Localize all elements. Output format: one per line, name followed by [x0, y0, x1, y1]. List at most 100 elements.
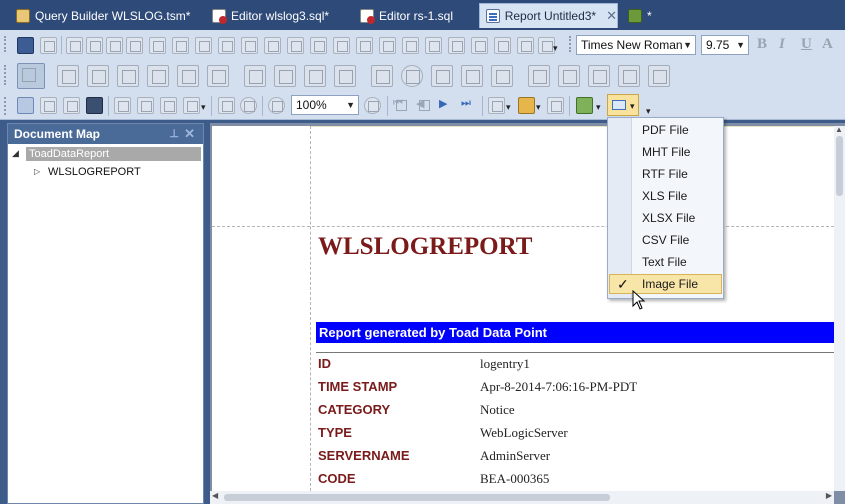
table-tool-icon[interactable]	[207, 65, 229, 87]
cross-band-line-tool-icon[interactable]	[618, 65, 640, 87]
tree-node-wlslogreport[interactable]: ▷ WLSLOGREPORT	[34, 163, 141, 180]
previous-page-icon[interactable]: ◀	[416, 97, 433, 114]
center-horizontally-icon[interactable]	[471, 37, 488, 54]
label-tool-icon[interactable]	[57, 65, 79, 87]
bring-to-front-icon[interactable]	[517, 37, 534, 54]
align-to-grid-icon[interactable]	[66, 37, 83, 54]
align-bottoms-icon[interactable]	[195, 37, 212, 54]
last-page-icon[interactable]: ⏭	[461, 97, 478, 114]
same-height-icon[interactable]	[241, 37, 258, 54]
underline-button[interactable]: U	[801, 36, 812, 53]
font-name-select[interactable]: Times New Roman ▼	[576, 35, 696, 55]
checkbox-tool-icon[interactable]	[87, 65, 109, 87]
menu-item-xlsx-file[interactable]: XLSX File	[609, 208, 722, 228]
increase-vertical-spacing-icon[interactable]	[425, 37, 442, 54]
align-tops-icon[interactable]	[149, 37, 166, 54]
toolbar-overflow-chevron-icon[interactable]: ▾	[553, 43, 558, 54]
panel-tool-icon[interactable]	[177, 65, 199, 87]
size-to-grid-icon[interactable]	[264, 37, 281, 54]
close-tab-icon[interactable]: ✕	[606, 8, 617, 24]
menu-item-xls-file[interactable]: XLS File	[609, 186, 722, 206]
save-document-icon[interactable]	[86, 97, 103, 114]
toolbar-grip[interactable]	[4, 36, 8, 52]
menu-item-image-file[interactable]: ✓ Image File	[609, 274, 722, 294]
zoom-in-icon[interactable]	[364, 97, 381, 114]
watermark-icon[interactable]	[547, 97, 564, 114]
shape-tool-icon[interactable]	[274, 65, 296, 87]
scale-icon[interactable]	[183, 97, 200, 114]
zoom-out-icon[interactable]	[268, 97, 285, 114]
export-document-icon[interactable]	[576, 97, 593, 114]
expand-arrow-icon[interactable]: ▷	[34, 167, 48, 176]
toolbar-grip[interactable]	[4, 65, 8, 85]
align-centers-icon[interactable]	[106, 37, 123, 54]
scroll-thumb[interactable]	[224, 494, 610, 501]
increase-horizontal-spacing-icon[interactable]	[333, 37, 350, 54]
find-icon[interactable]	[63, 97, 80, 114]
chevron-down-icon[interactable]: ▾	[536, 102, 541, 113]
page-break-tool-icon[interactable]	[588, 65, 610, 87]
first-page-icon[interactable]: ⏮	[393, 97, 410, 114]
font-size-select[interactable]: 9.75 ▼	[701, 35, 749, 55]
sparkline-tool-icon[interactable]	[431, 65, 453, 87]
zip-code-tool-icon[interactable]	[334, 65, 356, 87]
chevron-down-icon[interactable]: ▾	[201, 102, 206, 113]
document-map-icon[interactable]	[17, 97, 34, 114]
italic-button[interactable]: I	[779, 36, 785, 53]
center-vertically-icon[interactable]	[494, 37, 511, 54]
scroll-thumb[interactable]	[836, 136, 843, 196]
pointer-tool[interactable]	[17, 63, 45, 89]
horizontal-scrollbar[interactable]: ◀ ▶	[210, 491, 834, 504]
bold-button[interactable]: B	[757, 36, 767, 53]
next-page-icon[interactable]: ▶	[439, 97, 456, 114]
picture-box-tool-icon[interactable]	[147, 65, 169, 87]
align-rights-icon[interactable]	[126, 37, 143, 54]
tab-report-untitled3[interactable]: Report Untitled3* ✕	[479, 3, 618, 28]
pin-icon[interactable]: ⊥	[169, 124, 179, 144]
chart-tool-icon[interactable]	[371, 65, 393, 87]
print-icon[interactable]	[137, 97, 154, 114]
font-color-button[interactable]: A	[822, 36, 833, 53]
vertical-spacing-equal-icon[interactable]	[402, 37, 419, 54]
horizontal-spacing-equal-icon[interactable]	[310, 37, 327, 54]
redo-icon[interactable]	[40, 37, 57, 54]
chevron-down-icon[interactable]: ▾	[596, 102, 601, 113]
remove-horizontal-spacing-icon[interactable]	[379, 37, 396, 54]
multiple-pages-icon[interactable]	[488, 97, 505, 114]
menu-item-text-file[interactable]: Text File	[609, 252, 722, 272]
decrease-vertical-spacing-icon[interactable]	[448, 37, 465, 54]
save-icon[interactable]	[17, 37, 34, 54]
same-width-icon[interactable]	[218, 37, 235, 54]
menu-item-rtf-file[interactable]: RTF File	[609, 164, 722, 184]
vertical-scrollbar[interactable]: ▲	[834, 125, 845, 491]
open-document-icon[interactable]	[114, 97, 131, 114]
chevron-down-icon[interactable]: ▾	[506, 102, 511, 113]
parameters-icon[interactable]	[40, 97, 57, 114]
page-info-tool-icon[interactable]	[528, 65, 550, 87]
scroll-left-icon[interactable]: ◀	[212, 491, 218, 500]
rich-text-tool-icon[interactable]	[117, 65, 139, 87]
summary-tool-icon[interactable]	[461, 65, 483, 87]
magnifier-icon[interactable]	[240, 97, 257, 114]
tree-node-root[interactable]: ◢ ToadDataReport	[12, 145, 201, 162]
menu-item-csv-file[interactable]: CSV File	[609, 230, 722, 250]
menu-item-mht-file[interactable]: MHT File	[609, 142, 722, 162]
toolbar-grip[interactable]	[4, 97, 8, 115]
close-icon[interactable]: ✕	[184, 124, 195, 144]
send-via-email-button[interactable]: ▾	[607, 94, 639, 116]
subreport-tool-icon[interactable]	[558, 65, 580, 87]
scroll-right-icon[interactable]: ▶	[826, 491, 832, 500]
scroll-up-icon[interactable]: ▲	[835, 125, 843, 134]
cross-band-box-tool-icon[interactable]	[648, 65, 670, 87]
decrease-horizontal-spacing-icon[interactable]	[356, 37, 373, 54]
collapse-arrow-icon[interactable]: ◢	[12, 148, 26, 159]
page-setup-icon[interactable]	[160, 97, 177, 114]
line-tool-icon[interactable]	[244, 65, 266, 87]
menu-item-pdf-file[interactable]: PDF File	[609, 120, 722, 140]
same-size-icon[interactable]	[287, 37, 304, 54]
tab-new[interactable]: *	[628, 3, 652, 28]
tab-query-builder[interactable]: Query Builder WLSLOG.tsm*	[16, 3, 190, 28]
zoom-select[interactable]: 100% ▼	[291, 95, 359, 115]
toolbar-overflow-chevron-icon[interactable]: ▾	[646, 106, 651, 117]
align-lefts-icon[interactable]	[86, 37, 103, 54]
